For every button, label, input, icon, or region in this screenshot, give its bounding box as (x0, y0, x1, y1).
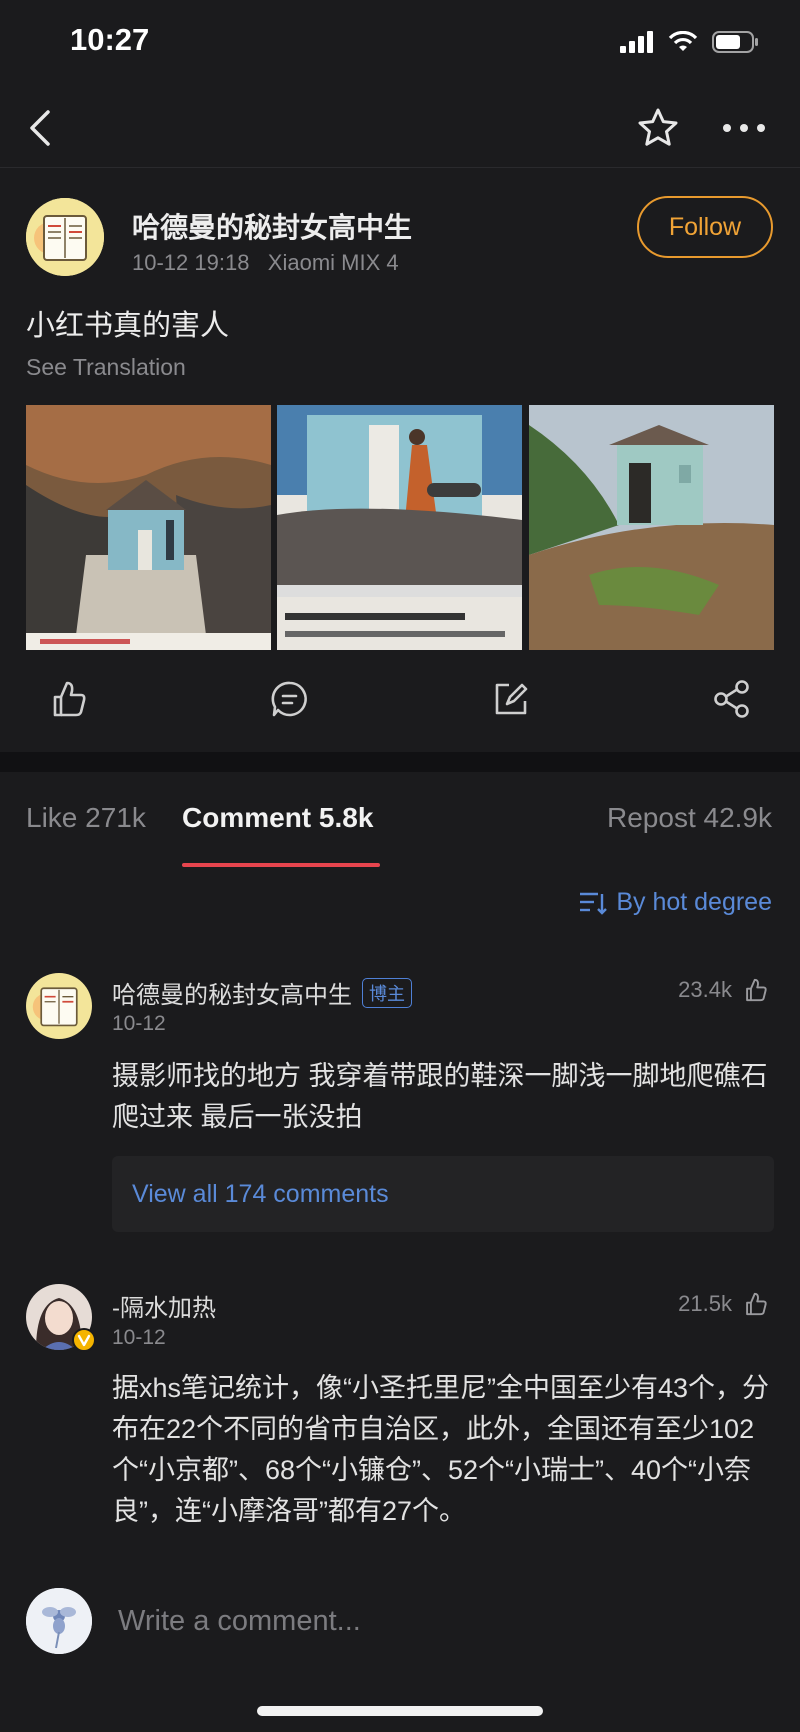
more-dots-icon (723, 124, 765, 132)
status-bar: 10:27 (0, 0, 800, 88)
comment-author[interactable]: 哈德曼的秘封女高中生 (112, 975, 352, 1010)
sort-label: By hot degree (616, 888, 772, 916)
comment-bubble-icon (271, 681, 307, 717)
book-avatar-icon (26, 973, 92, 1039)
comment-button[interactable] (268, 677, 312, 721)
photo-rocks-house (26, 405, 271, 650)
verified-badge-icon (72, 1328, 96, 1352)
photo-blue-house-woman (277, 405, 523, 650)
like-button[interactable] (47, 677, 91, 721)
comment-date: 10-12 (112, 1012, 166, 1035)
post-image-1[interactable] (26, 405, 271, 650)
author-badge: 博主 (362, 977, 412, 1008)
my-avatar[interactable] (26, 1588, 92, 1654)
comment-composer (0, 1572, 800, 1732)
post-image-3[interactable] (528, 405, 774, 650)
thumbs-up-icon (746, 978, 767, 1002)
post-device: Xiaomi MIX 4 (267, 250, 399, 275)
signal-icon (620, 31, 653, 53)
comment-date: 10-12 (112, 1326, 166, 1349)
comment-input[interactable] (118, 1596, 678, 1646)
sort-icon (580, 892, 608, 915)
chevron-left-icon (30, 110, 50, 146)
post-actions (0, 665, 800, 735)
favorite-button[interactable] (636, 106, 680, 150)
home-indicator (257, 1706, 543, 1716)
photo-hut-coast (528, 405, 774, 650)
star-icon (638, 108, 678, 146)
view-all-replies-button[interactable]: View all 174 comments (112, 1156, 774, 1232)
flower-avatar-icon (26, 1588, 92, 1654)
repost-button[interactable] (489, 677, 533, 721)
tab-comment[interactable]: Comment 5.8k (182, 802, 373, 834)
comment-author-row: 哈德曼的秘封女高中生 博主 (112, 975, 412, 1010)
comment-like-count: 23.4k (678, 977, 732, 1002)
follow-button[interactable]: Follow (637, 196, 773, 258)
comment-like-count: 21.5k (678, 1291, 732, 1316)
repost-edit-icon (495, 683, 528, 715)
post-images (26, 405, 774, 650)
post-meta: 10-12 19:18 Xiaomi MIX 4 (132, 250, 399, 276)
section-divider (0, 752, 800, 772)
comment-like-button[interactable]: 23.4k (678, 976, 770, 1004)
book-avatar-icon (26, 198, 104, 276)
post-date: 10-12 19:18 (132, 250, 250, 275)
sort-button[interactable]: By hot degree (578, 888, 772, 917)
status-icons (620, 30, 760, 54)
back-button[interactable] (22, 106, 62, 150)
share-button[interactable] (710, 677, 754, 721)
comment-body: 据xhs笔记统计，像“小圣托里尼”全中国至少有43个，分布在22个不同的省市自治… (112, 1373, 770, 1526)
nav-bar (0, 88, 800, 168)
comment-like-button[interactable]: 21.5k (678, 1290, 770, 1318)
battery-icon (712, 31, 758, 53)
see-translation-link[interactable]: See Translation (26, 354, 186, 381)
comment-author[interactable]: -隔水加热 (112, 1288, 216, 1323)
tab-repost[interactable]: Repost 42.9k (607, 802, 772, 834)
comment-avatar[interactable] (26, 973, 92, 1039)
engagement-tabs: Like 271k Comment 5.8k Repost 42.9k (0, 772, 800, 872)
wifi-icon (668, 31, 698, 51)
thumbs-up-icon (53, 681, 86, 717)
post-image-2[interactable] (277, 405, 523, 650)
post-author-name[interactable]: 哈德曼的秘封女高中生 (132, 206, 412, 246)
thumbs-up-icon (746, 1292, 767, 1316)
tab-active-indicator (182, 863, 380, 867)
tab-like[interactable]: Like 271k (26, 802, 146, 834)
share-icon (714, 680, 749, 718)
more-button[interactable] (718, 106, 770, 150)
comment-body: 摄影师找的地方 我穿着带跟的鞋深一脚浅一脚地爬礁石爬过来 最后一张没拍 (112, 1061, 768, 1132)
post-text: 小红书真的害人 (26, 310, 230, 342)
post-header: 哈德曼的秘封女高中生 10-12 19:18 Xiaomi MIX 4 Foll… (0, 168, 800, 288)
comment-author-row: -隔水加热 (112, 1288, 216, 1323)
status-time: 10:27 (70, 22, 150, 57)
author-avatar[interactable] (26, 198, 104, 276)
